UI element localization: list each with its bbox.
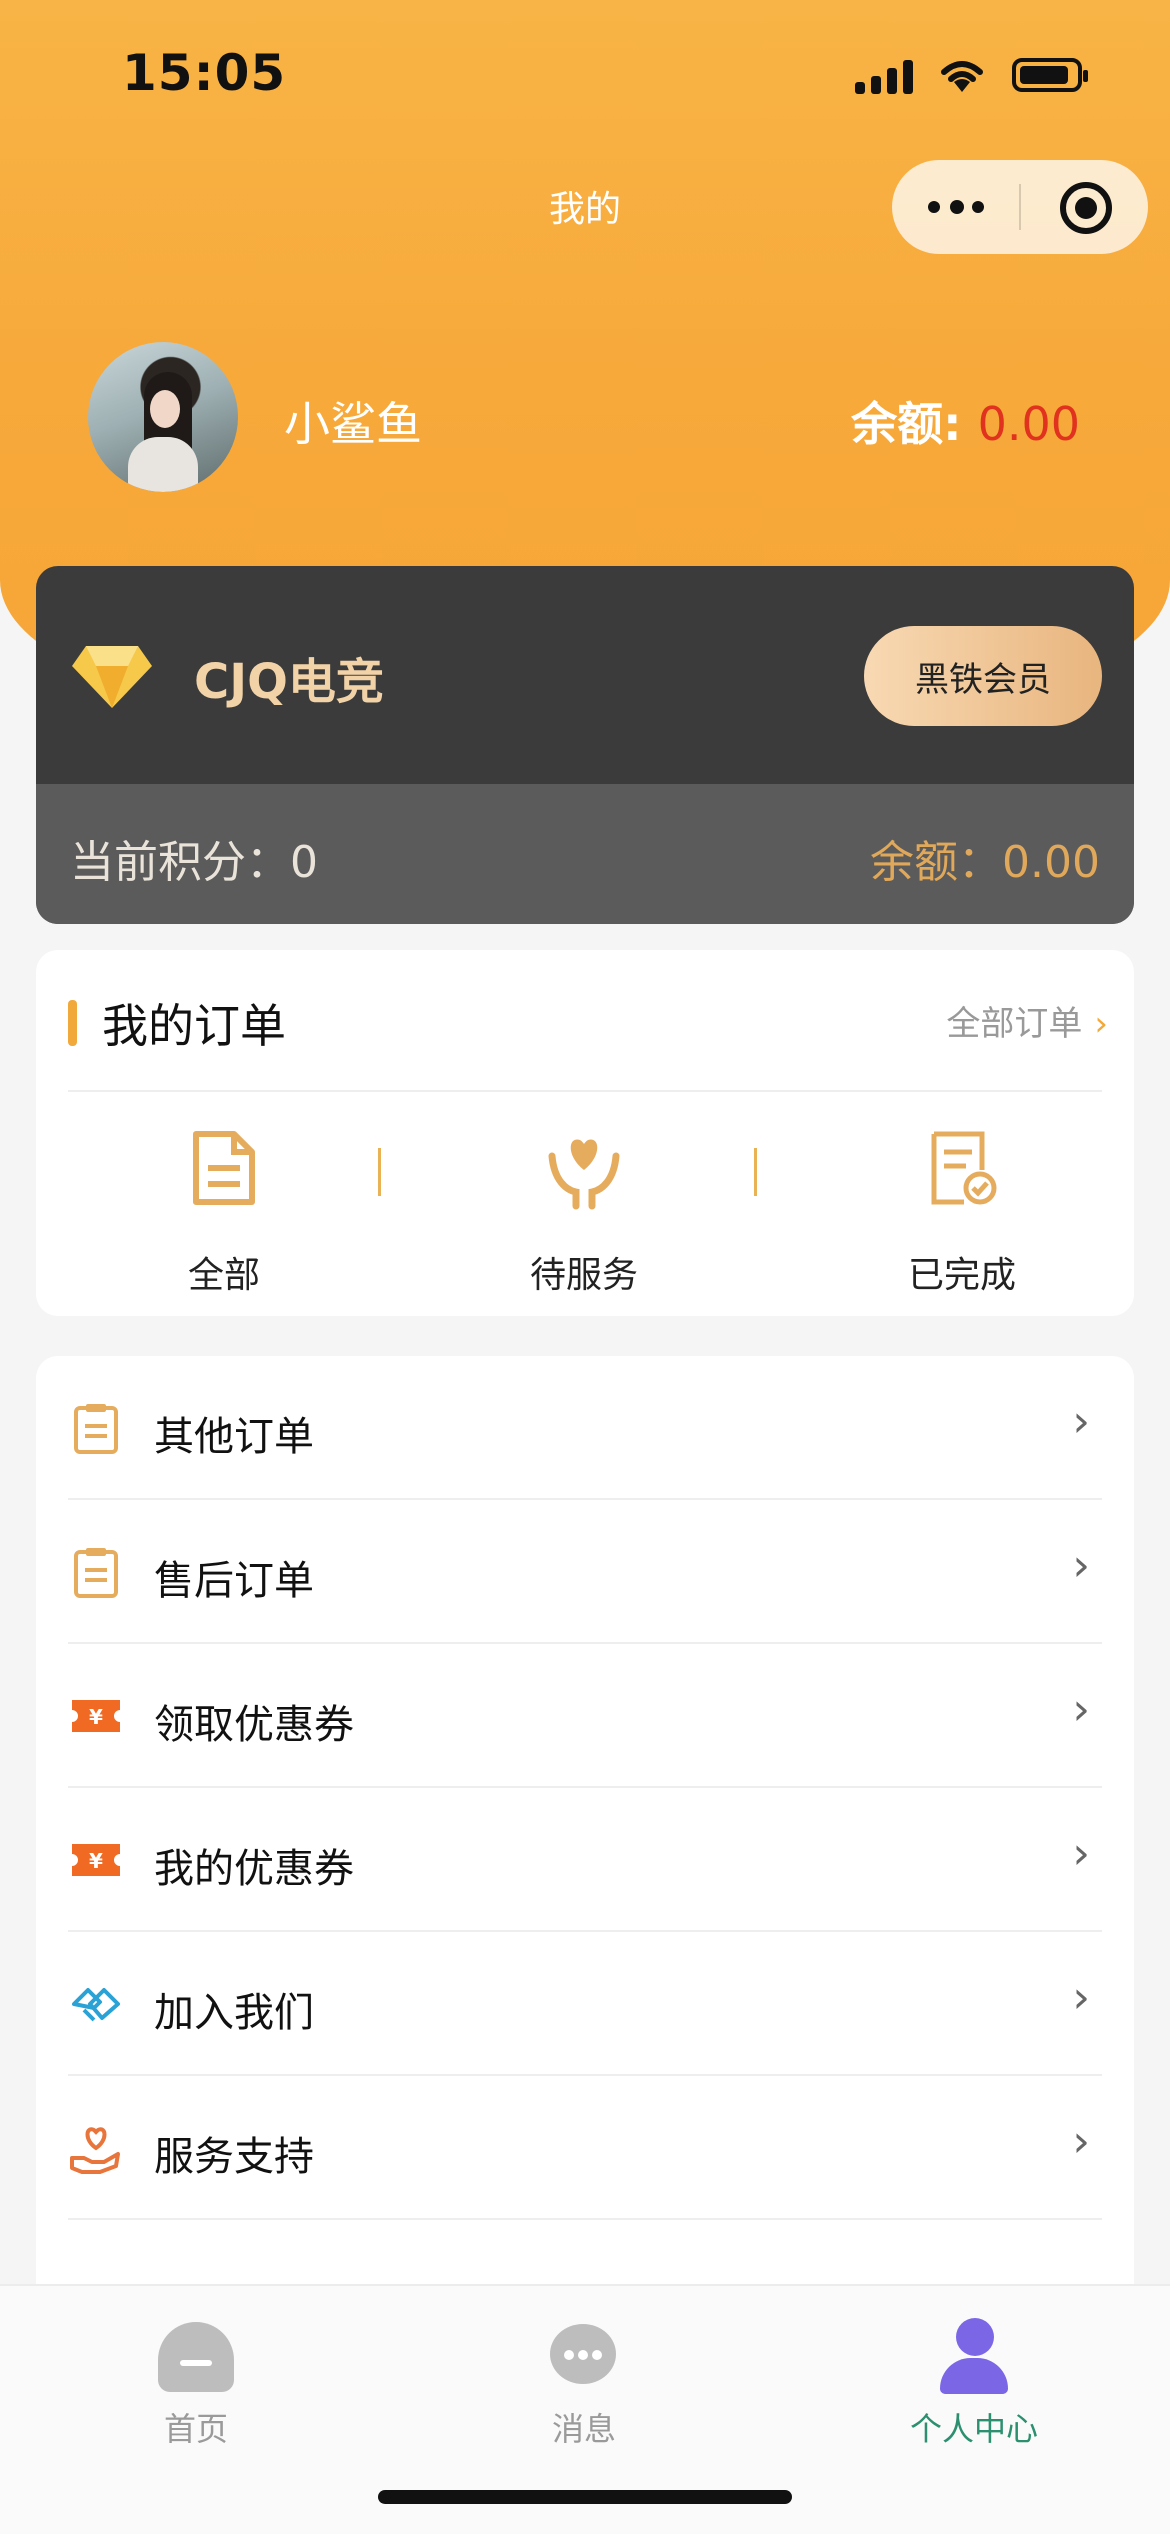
menu-item-label: 加入我们 (154, 1990, 314, 2036)
menu-item-label: 领取优惠券 (154, 1702, 354, 1748)
tab-label: 首页 (163, 2410, 228, 2448)
avatar[interactable] (88, 342, 238, 492)
svg-text:¥: ¥ (89, 1705, 103, 1729)
message-icon (550, 2324, 616, 2384)
home-icon (158, 2322, 234, 2392)
menu-item-my-coupons[interactable]: ¥ 我的优惠券 › (36, 1788, 1134, 1932)
menu-item-aftersale-orders[interactable]: 售后订单 › (36, 1500, 1134, 1644)
coupon-icon: ¥ (72, 1700, 120, 1732)
username: 小鲨鱼 (284, 397, 422, 451)
tab-label: 消息 (551, 2410, 616, 2448)
capsule-divider (1019, 184, 1021, 230)
divider (68, 1090, 1102, 1092)
all-orders-label: 全部订单 (946, 1004, 1083, 1044)
user-icon (938, 2318, 1010, 2394)
miniapp-capsule (892, 160, 1148, 254)
tab-label: 个人中心 (909, 2410, 1038, 2448)
all-orders-link[interactable]: 全部订单 › (946, 996, 1108, 1045)
heart-hand-icon (70, 2127, 120, 2174)
divider (68, 2218, 1102, 2220)
menu-item-join-us[interactable]: 加入我们 › (36, 1932, 1134, 2076)
status-time: 15:05 (122, 44, 287, 102)
more-icon[interactable] (892, 160, 1020, 254)
menu-item-label: 售后订单 (154, 1558, 314, 1604)
document-icon (193, 1131, 255, 1205)
order-status-completed[interactable]: 已完成 (842, 1130, 1082, 1296)
signal-icon (855, 58, 917, 94)
separator (378, 1148, 381, 1196)
handshake-icon (72, 1988, 120, 2022)
chevron-right-icon: › (1072, 1972, 1090, 2023)
chevron-right-icon: › (1072, 2116, 1090, 2167)
orders-title: 我的订单 (102, 999, 286, 1053)
chevron-right-icon: › (1094, 1004, 1108, 1044)
clipboard-icon (74, 1404, 118, 1454)
card-balance-text: 余额：0.00 (870, 837, 1100, 888)
header-balance: 余额: 0.00 (851, 388, 1080, 454)
clipboard-icon (74, 1548, 118, 1598)
diamond-icon (70, 642, 154, 712)
tab-messages[interactable]: 消息 (484, 2304, 684, 2448)
menu-item-other-orders[interactable]: 其他订单 › (36, 1356, 1134, 1500)
menu-item-label: 其他订单 (154, 1414, 314, 1460)
menu-item-label: 服务支持 (154, 2134, 314, 2180)
order-status-label: 已完成 (907, 1255, 1016, 1296)
member-level-button[interactable]: 黑铁会员 (864, 626, 1102, 726)
heart-hands-icon (548, 1139, 620, 1210)
points-text: 当前积分：0 (70, 837, 318, 888)
balance-value: 0.00 (977, 397, 1080, 451)
chevron-right-icon: › (1072, 1684, 1090, 1735)
tab-profile[interactable]: 个人中心 (874, 2304, 1074, 2448)
menu-list: 其他订单 › 售后订单 › ¥ 领取优惠券 › ¥ 我的优惠券 › 加入我们 ›… (36, 1356, 1134, 2356)
menu-item-label: 我的优惠券 (154, 1846, 354, 1892)
separator (754, 1148, 757, 1196)
wifi-icon (936, 52, 988, 96)
coupon-icon: ¥ (72, 1844, 120, 1876)
balance-label: 余额: (851, 397, 962, 451)
order-status-label: 待服务 (529, 1255, 638, 1296)
home-indicator[interactable] (378, 2490, 792, 2504)
document-check-icon (931, 1131, 997, 1205)
orders-section: 我的订单 全部订单 › 全部 待服务 已完成 (36, 950, 1134, 1316)
svg-text:¥: ¥ (89, 1849, 103, 1873)
card-brand: CJQ电竞 (194, 654, 384, 710)
chevron-right-icon: › (1072, 1396, 1090, 1447)
battery-icon (1012, 58, 1088, 92)
order-status-all[interactable]: 全部 (104, 1130, 344, 1296)
order-status-pending[interactable]: 待服务 (464, 1130, 704, 1296)
close-target-icon[interactable] (1060, 182, 1112, 234)
member-card: CJQ电竞 黑铁会员 当前积分：0 余额：0.00 (36, 566, 1134, 924)
chevron-right-icon: › (1072, 1540, 1090, 1591)
menu-item-service-support[interactable]: 服务支持 › (36, 2076, 1134, 2220)
order-status-label: 全部 (187, 1255, 260, 1296)
chevron-right-icon: › (1072, 1828, 1090, 1879)
section-accent-bar (68, 1000, 77, 1046)
menu-item-get-coupons[interactable]: ¥ 领取优惠券 › (36, 1644, 1134, 1788)
tab-home[interactable]: 首页 (96, 2304, 296, 2448)
